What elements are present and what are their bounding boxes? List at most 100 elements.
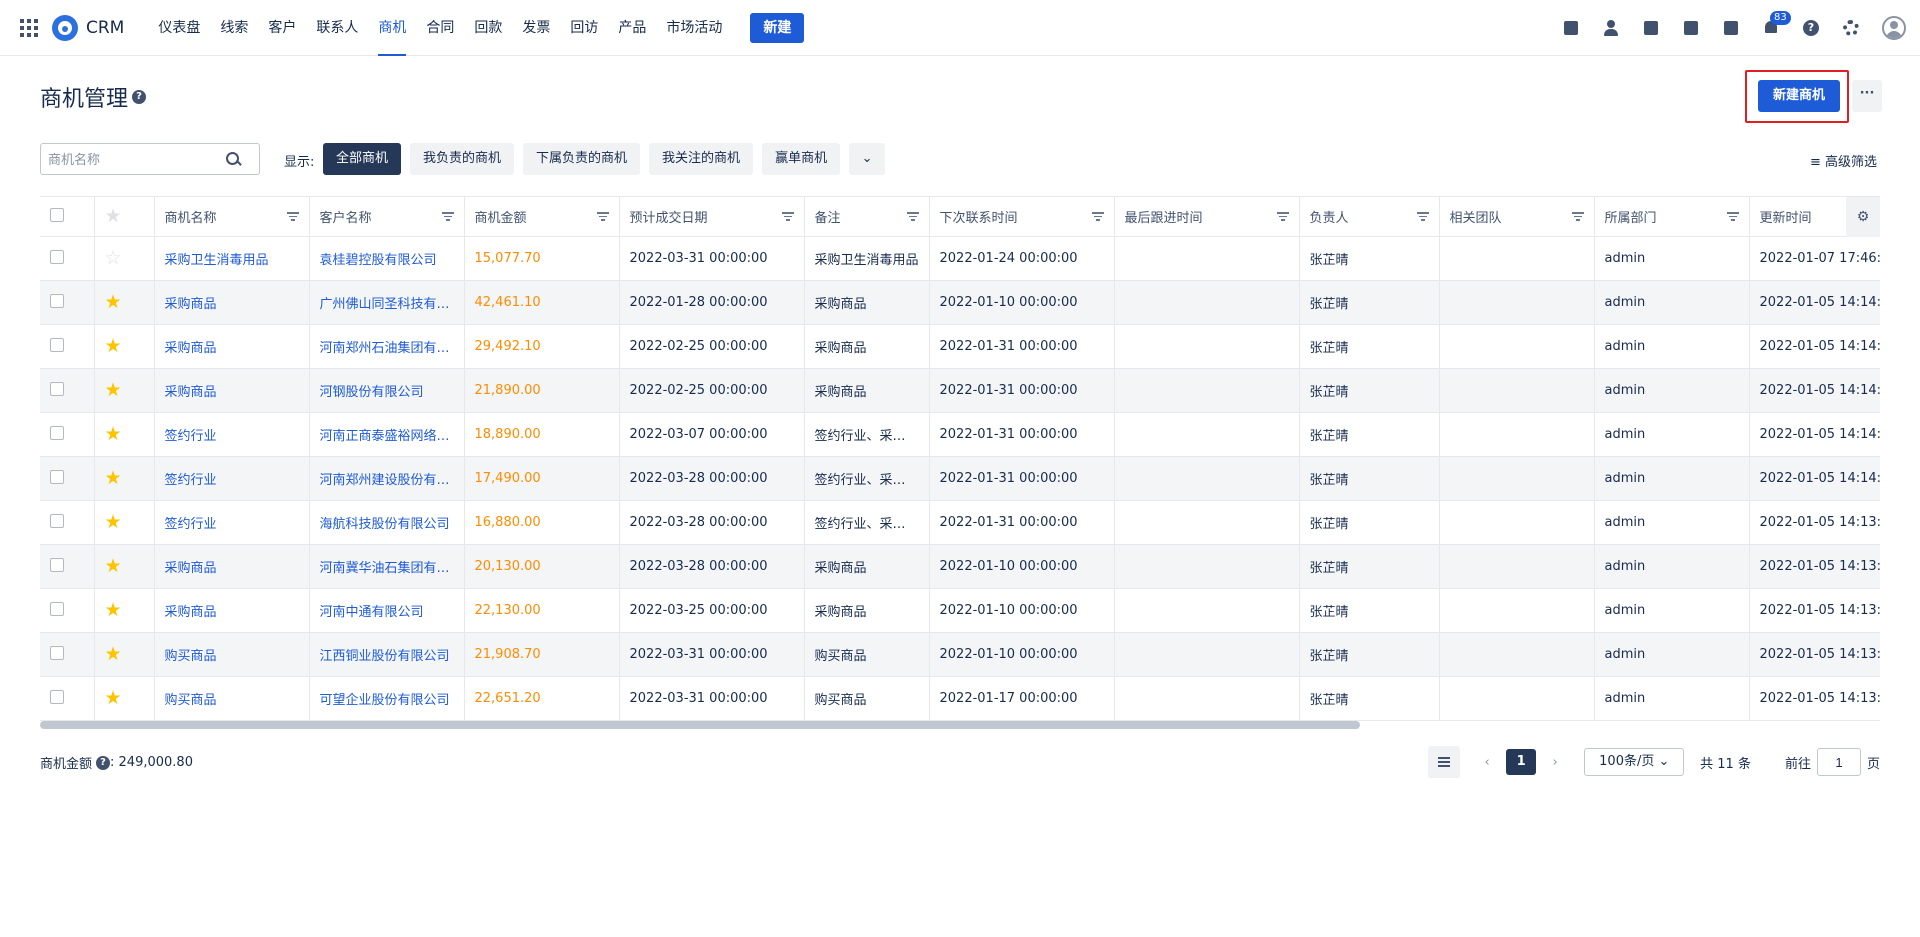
table-row[interactable]: ★ 采购商品 广州佛山同圣科技有限公司 42,461.10 2022-01-28 00:…: [40, 280, 1880, 325]
goto-page-input[interactable]: [1816, 748, 1861, 776]
cell-name[interactable]: 采购商品: [154, 368, 310, 413]
nav-item-2[interactable]: 客户: [258, 0, 306, 56]
table-row[interactable]: ★ 签约行业 海航科技股份有限公司 16,880.00 2022-03-28 00:00…: [40, 500, 1880, 545]
task-icon[interactable]: [1562, 19, 1580, 37]
cell-name[interactable]: 购买商品: [154, 632, 310, 677]
select-all-checkbox-cell[interactable]: [40, 196, 95, 237]
column-header[interactable]: 最后跟进时间: [1114, 196, 1300, 237]
star-cell[interactable]: ★: [94, 412, 155, 457]
row-checkbox[interactable]: [50, 689, 64, 704]
row-checkbox[interactable]: [50, 601, 64, 616]
column-header[interactable]: 所属部门: [1594, 196, 1750, 237]
star-cell[interactable]: ★: [94, 324, 155, 369]
table-row[interactable]: ★ 签约行业河南正商泰盛裕网络有限公司18,890.002022-03-07 00…: [40, 412, 1880, 457]
more-actions-button[interactable]: ···: [1852, 80, 1882, 112]
contact-icon[interactable]: [1602, 19, 1620, 37]
nav-item-10[interactable]: 市场活动: [656, 0, 732, 56]
document-icon[interactable]: [1642, 19, 1660, 37]
row-checkbox[interactable]: [50, 557, 64, 572]
cell-customer[interactable]: 海航科技股份有限公司: [309, 500, 465, 545]
cell-customer[interactable]: 河南冀华油石集团有限公司: [309, 544, 465, 589]
column-header[interactable]: 客户名称: [309, 196, 465, 237]
gear-icon[interactable]: [1842, 19, 1860, 37]
row-checkbox-cell[interactable]: [40, 456, 95, 501]
star-icon[interactable]: ★: [105, 687, 122, 709]
star-cell[interactable]: ★: [94, 676, 155, 721]
star-cell[interactable]: ★: [94, 456, 155, 501]
app-grid-icon[interactable]: [20, 18, 38, 37]
horizontal-scrollbar[interactable]: [40, 721, 1360, 729]
star-icon[interactable]: ★: [105, 467, 122, 489]
row-checkbox[interactable]: [50, 645, 64, 660]
current-page[interactable]: 1: [1506, 749, 1537, 775]
star-cell[interactable]: ★: [94, 368, 155, 413]
select-all-checkbox[interactable]: [50, 207, 64, 222]
cell-name[interactable]: 购买商品: [154, 676, 310, 721]
cell-name[interactable]: 采购商品: [154, 324, 310, 369]
avatar-icon[interactable]: [1882, 16, 1906, 40]
help-icon[interactable]: ?: [132, 90, 147, 104]
filter-icon[interactable]: [1416, 212, 1429, 221]
column-header[interactable]: 负责人: [1299, 196, 1440, 237]
scope-chip[interactable]: 全部商机: [323, 143, 402, 175]
cell-name[interactable]: 采购卫生消毒用品: [154, 236, 310, 281]
nav-item-4[interactable]: 商机: [368, 0, 416, 56]
help-icon[interactable]: ?: [96, 755, 111, 770]
page-size-select[interactable]: 100条/页 ⌄: [1584, 748, 1685, 776]
row-checkbox[interactable]: [50, 381, 64, 396]
nav-item-9[interactable]: 产品: [608, 0, 656, 56]
filter-icon[interactable]: [1276, 212, 1289, 221]
table-row[interactable]: ★ 签约行业 河南郑州建设股份有限公司 17,490.00 2022-03-28 00:…: [40, 456, 1880, 501]
nav-item-3[interactable]: 联系人: [306, 0, 368, 56]
row-checkbox-cell[interactable]: [40, 236, 95, 281]
cell-customer[interactable]: 袁桂碧控股有限公司: [309, 236, 465, 281]
cell-customer[interactable]: 河南正商泰盛裕网络有限公司: [309, 412, 465, 457]
cell-name[interactable]: 采购商品: [154, 588, 310, 633]
column-settings-icon[interactable]: ⚙: [1846, 197, 1880, 237]
row-checkbox-cell[interactable]: [40, 368, 95, 413]
star-icon[interactable]: ★: [105, 291, 122, 313]
calendar-icon[interactable]: [1722, 19, 1740, 37]
cell-customer[interactable]: 河钢股份有限公司: [309, 368, 465, 413]
filter-icon[interactable]: [906, 212, 919, 221]
cell-name[interactable]: 签约行业: [154, 500, 310, 545]
advanced-filter-button[interactable]: ≡ 高级筛选: [1810, 151, 1877, 170]
chevron-down-icon[interactable]: ⌄: [849, 143, 886, 175]
filter-icon[interactable]: [286, 212, 299, 221]
cell-name[interactable]: 采购商品: [154, 544, 310, 589]
filter-icon[interactable]: [781, 212, 794, 221]
row-checkbox-cell[interactable]: [40, 280, 95, 325]
cell-customer[interactable]: 河南郑州建设股份有限公司: [309, 456, 465, 501]
nav-item-8[interactable]: 回访: [560, 0, 608, 56]
column-header[interactable]: 下次联系时间: [929, 196, 1115, 237]
star-icon[interactable]: ★: [105, 423, 122, 445]
cell-customer[interactable]: 江西铜业股份有限公司: [309, 632, 465, 677]
cell-customer[interactable]: 河南郑州石油集团有限公司: [309, 324, 465, 369]
create-opportunity-button[interactable]: 新建商机: [1758, 80, 1840, 112]
table-row[interactable]: ★ 购买商品 可望企业股份有限公司 22,651.20 2022-03-31 00:00…: [40, 676, 1880, 721]
table-row[interactable]: ☆ 采购卫生消毒用品 袁桂碧控股有限公司 15,077.70 2022-03-31 00…: [40, 236, 1880, 281]
star-cell[interactable]: ☆: [94, 236, 155, 281]
table-row[interactable]: ★ 购买商品 江西铜业股份有限公司 21,908.70 2022-03-31 00:00…: [40, 632, 1880, 677]
row-checkbox[interactable]: [50, 337, 64, 352]
row-checkbox[interactable]: [50, 249, 64, 264]
row-checkbox-cell[interactable]: [40, 676, 95, 721]
table-row[interactable]: ★ 采购商品 河南中通有限公司 22,130.00 2022-03-25 00:00:0…: [40, 588, 1880, 633]
row-checkbox[interactable]: [50, 469, 64, 484]
column-header[interactable]: 备注: [804, 196, 930, 237]
list-view-icon[interactable]: [1428, 746, 1461, 778]
star-cell[interactable]: ★: [94, 544, 155, 589]
column-header[interactable]: 相关团队: [1439, 196, 1595, 237]
star-icon[interactable]: ★: [105, 379, 122, 401]
cell-name[interactable]: 签约行业: [154, 412, 310, 457]
star-cell[interactable]: ★: [94, 280, 155, 325]
star-icon[interactable]: ★: [105, 511, 122, 533]
row-checkbox-cell[interactable]: [40, 412, 95, 457]
search-icon[interactable]: [226, 152, 240, 166]
cell-customer[interactable]: 可望企业股份有限公司: [309, 676, 465, 721]
filter-icon[interactable]: [1091, 212, 1104, 221]
star-icon[interactable]: ☆: [105, 247, 122, 269]
scope-chip[interactable]: 下属负责的商机: [523, 143, 641, 175]
star-cell[interactable]: ★: [94, 632, 155, 677]
cell-name[interactable]: 采购商品: [154, 280, 310, 325]
